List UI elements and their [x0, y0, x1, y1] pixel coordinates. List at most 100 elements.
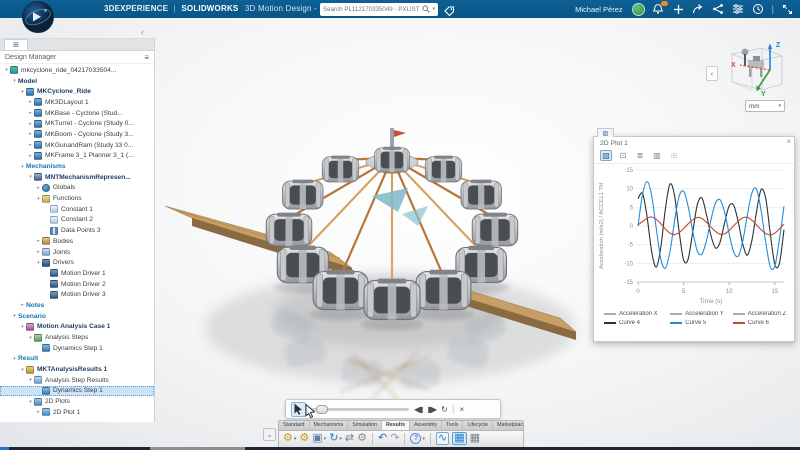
table-icon[interactable]: ▦: [470, 433, 480, 444]
2d-plot-panel[interactable]: ▧ × 2D Plot 1 ▨⊡≣▥⊞ 151050-5-10-15051015…: [593, 136, 795, 342]
expander-open-icon[interactable]: ▾: [11, 78, 18, 84]
tree-item[interactable]: ▾MKTAnalysisResults 1: [0, 364, 154, 375]
tree-item[interactable]: Constant 1: [0, 204, 154, 215]
share-icon[interactable]: [692, 3, 705, 16]
bell-icon[interactable]: [652, 3, 665, 16]
expander-open-icon[interactable]: ▾: [35, 260, 42, 266]
expander-open-icon[interactable]: ▾: [19, 324, 26, 330]
loop-icon[interactable]: ↻: [441, 405, 447, 414]
tree-item[interactable]: Data Points 3: [0, 225, 154, 236]
tree-item[interactable]: Constant 2: [0, 215, 154, 226]
settings-sliders-icon[interactable]: [732, 3, 745, 16]
tree-item[interactable]: ▾Functions: [0, 193, 154, 204]
select-cursor[interactable]: [291, 402, 306, 417]
viewcube-collapse-button[interactable]: ‹: [706, 66, 718, 81]
history-icon[interactable]: [752, 3, 765, 16]
import-gear-icon[interactable]: ⚙▾: [283, 433, 296, 444]
tab-simulation[interactable]: Simulation: [348, 421, 382, 430]
expander-open-icon[interactable]: ▾: [35, 196, 42, 202]
expander-closed-icon[interactable]: ▸: [35, 238, 42, 244]
sync-icon[interactable]: ⇄: [345, 433, 354, 444]
legend-item[interactable]: Curve 4: [604, 320, 670, 326]
panel-menu-icon[interactable]: ≡: [144, 53, 149, 62]
tab-standard[interactable]: Standard: [279, 421, 310, 430]
undo-icon[interactable]: ↶: [378, 433, 387, 444]
tree-item[interactable]: ▾Motion Analysis Case 1: [0, 322, 154, 333]
export-gear-icon[interactable]: ⚙: [299, 433, 309, 444]
search-caret-icon[interactable]: ▾: [432, 6, 435, 12]
fit-icon[interactable]: ⊡: [617, 150, 629, 161]
step-back-icon[interactable]: ◀▮: [414, 405, 423, 414]
plot-icon[interactable]: ∿: [436, 432, 449, 445]
expander-open-icon[interactable]: ▾: [3, 67, 10, 73]
tree-item[interactable]: ▸MKFrame 3_1 Planner 3_1 (...: [0, 151, 154, 162]
3dexperience-compass-logo[interactable]: [21, 0, 55, 34]
expander-open-icon[interactable]: ▾: [19, 164, 26, 170]
share-nodes-icon[interactable]: [712, 3, 725, 16]
tab-results[interactable]: Results: [382, 421, 410, 430]
tree-item[interactable]: ▾Model: [0, 76, 154, 87]
legend-item[interactable]: Acceleration Y: [670, 311, 733, 317]
legend-item[interactable]: Curve 6: [733, 320, 788, 326]
tab-lifecycle[interactable]: Lifecycle: [463, 421, 493, 430]
search-input[interactable]: [323, 6, 420, 13]
tree-item[interactable]: ▸Globals: [0, 183, 154, 194]
tree-item[interactable]: ▸Joints: [0, 247, 154, 258]
tree-item[interactable]: ▸MKBoom - Cyclone (Study 3...: [0, 129, 154, 140]
plot-panel-tab-icon[interactable]: ▧: [597, 128, 614, 137]
tree-item[interactable]: Motion Driver 3: [0, 289, 154, 300]
tree-item[interactable]: ▸MKTurret - Cyclone (Study 0...: [0, 118, 154, 129]
expander-closed-icon[interactable]: ▸: [35, 409, 42, 415]
tree-item[interactable]: Motion Driver 2: [0, 279, 154, 290]
panel-collapse-icon[interactable]: ‹: [141, 27, 144, 37]
tree-item[interactable]: ▸2D Plot 1: [0, 407, 154, 418]
units-dropdown[interactable]: mm ▾: [745, 100, 785, 112]
avatar[interactable]: [632, 3, 645, 16]
tree-item[interactable]: ▸MKGunandRam (Study 33 0...: [0, 140, 154, 151]
help-icon[interactable]: ?▾: [410, 433, 425, 444]
legend-item[interactable]: Acceleration X: [604, 311, 670, 317]
expander-open-icon[interactable]: ▾: [27, 399, 34, 405]
expander-open-icon[interactable]: ▾: [11, 313, 18, 319]
slider-handle[interactable]: [316, 405, 328, 414]
tag-icon[interactable]: [444, 4, 455, 22]
close-icon[interactable]: ×: [786, 137, 791, 146]
list-icon[interactable]: ≣: [634, 150, 646, 161]
tab-assembly[interactable]: Assembly: [410, 421, 442, 430]
tree-item[interactable]: ▾Drivers: [0, 257, 154, 268]
chart-style-icon[interactable]: ▨: [600, 150, 612, 161]
tree-item[interactable]: ▾Scenario: [0, 311, 154, 322]
user-name[interactable]: Michael Pérez: [575, 5, 623, 14]
columns-icon[interactable]: ▥: [651, 150, 663, 161]
caret-down-icon[interactable]: ▾: [339, 436, 342, 442]
tree-item[interactable]: ▸Notes: [0, 300, 154, 311]
step-forward-icon[interactable]: ▮▶: [428, 405, 437, 414]
tree-item[interactable]: Motion Driver 1: [0, 268, 154, 279]
expander-closed-icon[interactable]: ▸: [27, 99, 34, 105]
add-icon[interactable]: [672, 3, 685, 16]
expander-closed-icon[interactable]: ▸: [35, 185, 42, 191]
expander-open-icon[interactable]: ▾: [11, 356, 18, 362]
expander-open-icon[interactable]: ▾: [19, 367, 26, 373]
update-icon[interactable]: ↻▾: [329, 433, 342, 444]
global-search[interactable]: ▾: [320, 3, 438, 16]
timeline-slider[interactable]: [311, 408, 409, 411]
tree-item[interactable]: ▸Bodies: [0, 236, 154, 247]
caret-down-icon[interactable]: ▾: [324, 436, 327, 442]
caret-down-icon[interactable]: ▾: [422, 436, 425, 442]
tree-item[interactable]: Dynamics Step 1: [0, 343, 154, 354]
tree-item[interactable]: ▾Analysis Step Results: [0, 375, 154, 386]
expander-closed-icon[interactable]: ▸: [35, 249, 42, 255]
save-icon[interactable]: ▣▾: [312, 433, 326, 444]
tree-item[interactable]: ▾MKCyclone_Ride: [0, 86, 154, 97]
legend-item[interactable]: Curve 5: [670, 320, 733, 326]
table-chart-icon[interactable]: ▦: [452, 432, 466, 445]
tree-item[interactable]: ▾Mechanisms: [0, 161, 154, 172]
expander-open-icon[interactable]: ▾: [27, 335, 34, 341]
tab-marketplace[interactable]: Marketplace: [493, 421, 524, 430]
expander-closed-icon[interactable]: ▸: [27, 142, 34, 148]
expander-closed-icon[interactable]: ▸: [27, 153, 34, 159]
actionbar-collapse-icon[interactable]: ⌄: [263, 428, 276, 441]
grid-icon[interactable]: ⊞: [668, 150, 680, 161]
expander-closed-icon[interactable]: ▸: [27, 121, 34, 127]
